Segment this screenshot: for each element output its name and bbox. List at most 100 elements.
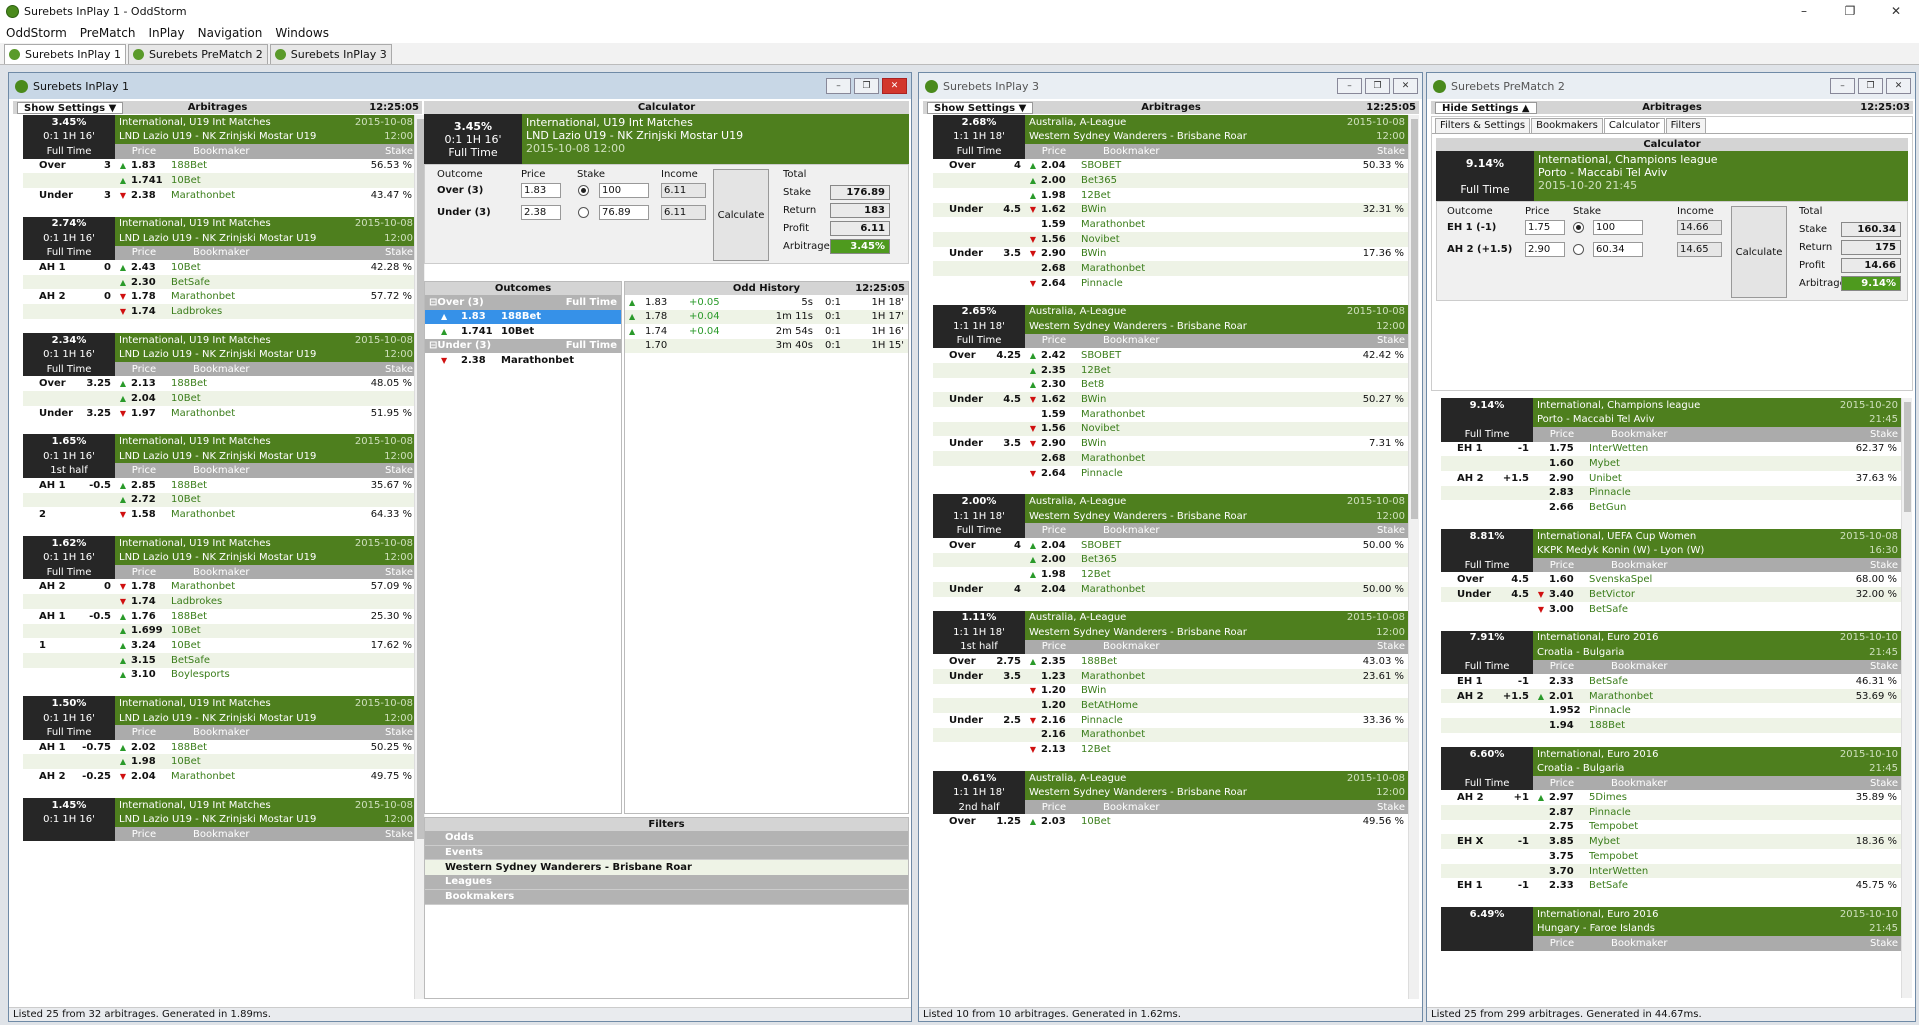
bet-row[interactable]: 1.60 Mybet xyxy=(1441,456,1901,471)
bookmaker-name[interactable]: Marathonbet xyxy=(1081,219,1352,230)
stake-2-input[interactable]: 76.89 xyxy=(599,205,649,220)
arbitrage-card[interactable]: 3.45% International, U19 Int Matches 2015-… xyxy=(23,115,416,203)
bet-row[interactable]: Over 1.25 ▲ 2.03 10Bet 49.56 % xyxy=(933,814,1408,830)
bookmaker-name[interactable]: Novibet xyxy=(1081,234,1352,245)
bookmaker-name[interactable]: 5Dimes xyxy=(1589,792,1845,803)
bet-row[interactable]: Under 3.5 1.23 Marathonbet 23.61 % xyxy=(933,668,1408,684)
bet-row[interactable]: Under 4 2.04 Marathonbet 50.00 % xyxy=(933,581,1408,597)
bookmaker-name[interactable]: Pinnacle xyxy=(1081,278,1352,289)
arbitrage-card[interactable]: 2.68% Australia, A-League 2015-10-08 1:1 1H… xyxy=(933,115,1408,291)
price-1-input[interactable]: 1.75 xyxy=(1525,220,1565,235)
close-icon[interactable]: ✕ xyxy=(882,78,907,94)
bet-row[interactable]: AH 1 -0.75 ▲ 2.02 188Bet 50.25 % xyxy=(23,739,416,755)
bet-row[interactable]: ▲ 3.10 Boylesports xyxy=(23,667,416,683)
bookmaker-name[interactable]: InterWetten xyxy=(1589,443,1845,454)
bet-row[interactable]: 2.75 Tempobet xyxy=(1441,819,1901,835)
bet-row[interactable]: Under 3.5 ▼ 2.90 BWin 17.36 % xyxy=(933,246,1408,262)
bookmaker-name[interactable]: Marathonbet xyxy=(171,771,360,782)
price-2-input[interactable]: 2.38 xyxy=(521,205,561,220)
bet-row[interactable]: EH 1 -1 2.33 BetSafe 45.75 % xyxy=(1441,878,1901,894)
arbitrage-list-scrollbar[interactable] xyxy=(1901,398,1912,998)
bet-row[interactable]: 2.66 BetGun xyxy=(1441,500,1901,515)
show-settings-button[interactable]: Show Settings ▼ xyxy=(927,101,1034,114)
price-1-input[interactable]: 1.83 xyxy=(521,183,561,198)
bet-row[interactable]: 3.75 Tempobet xyxy=(1441,849,1901,864)
calculate-button[interactable]: Calculate xyxy=(713,169,769,261)
bookmaker-name[interactable]: 188Bet xyxy=(1081,656,1352,667)
calculate-button[interactable]: Calculate xyxy=(1731,206,1787,298)
bet-row[interactable]: ▲ 2.35 12Bet xyxy=(933,362,1408,378)
bookmaker-name[interactable]: SBOBET xyxy=(1081,160,1352,171)
bet-row[interactable]: ▼ 3.00 BetSafe xyxy=(1441,601,1901,617)
bookmaker-name[interactable]: Ladbrokes xyxy=(171,306,360,317)
arbitrage-card[interactable]: 7.91% International, Euro 2016 2015-10-10 C… xyxy=(1441,630,1901,733)
bet-row[interactable]: Over 4.25 ▲ 2.42 SBOBET 42.42 % xyxy=(933,348,1408,363)
outcome-row[interactable]: ▲ 1.741 10Bet xyxy=(425,324,621,339)
bet-row[interactable]: ▲ 1.98 12Bet xyxy=(933,567,1408,582)
bookmaker-name[interactable]: 188Bet xyxy=(1589,720,1845,731)
bookmaker-name[interactable]: Bet365 xyxy=(1081,554,1352,565)
restore-icon[interactable]: ❐ xyxy=(1365,78,1390,94)
arbitrage-card[interactable]: 1.45% International, U19 Int Matches 2015-… xyxy=(23,797,416,842)
bookmaker-name[interactable]: Bet365 xyxy=(1081,175,1352,186)
minimize-icon[interactable]: – xyxy=(826,78,851,94)
bookmaker-name[interactable]: 188Bet xyxy=(171,480,360,491)
bet-row[interactable]: 1 ▲ 3.24 10Bet 17.62 % xyxy=(23,638,416,653)
bookmaker-name[interactable]: Tempobet xyxy=(1589,821,1845,832)
bet-row[interactable]: ▲ 2.04 10Bet xyxy=(23,391,416,406)
bookmaker-name[interactable]: BWin xyxy=(1081,438,1352,449)
bookmaker-name[interactable]: Pinnacle xyxy=(1081,715,1352,726)
menu-windows[interactable]: Windows xyxy=(275,26,329,40)
filter-bookmakers[interactable]: Bookmakers xyxy=(425,890,908,905)
bookmaker-name[interactable]: Marathonbet xyxy=(1081,453,1352,464)
tab-surebets-inplay-1[interactable]: Surebets InPlay 1 xyxy=(4,44,126,64)
stake-2-input[interactable]: 60.34 xyxy=(1593,242,1643,257)
bookmaker-name[interactable]: Boylesports xyxy=(171,669,360,680)
scrollbar-thumb[interactable] xyxy=(1904,402,1911,512)
outcome-row[interactable]: ▼ 2.38 Marathonbet xyxy=(425,353,621,368)
bookmaker-name[interactable]: Mybet xyxy=(1589,836,1845,847)
bookmaker-name[interactable]: SBOBET xyxy=(1081,540,1352,551)
bet-row[interactable]: ▲ 2.30 Bet8 xyxy=(933,377,1408,393)
close-icon[interactable]: ✕ xyxy=(1393,78,1418,94)
bet-row[interactable]: Under 4.5 ▼ 3.40 BetVictor 32.00 % xyxy=(1441,587,1901,602)
outcome-group-header[interactable]: ⊟ Over (3) Full Time xyxy=(425,295,621,310)
outcome-row[interactable]: ▲ 1.83 188Bet xyxy=(425,309,621,324)
bookmaker-name[interactable]: 188Bet xyxy=(171,611,360,622)
bet-row[interactable]: 1.94 188Bet xyxy=(1441,718,1901,733)
bookmaker-name[interactable]: 12Bet xyxy=(1081,190,1352,201)
bet-row[interactable]: EH 1 -1 2.33 BetSafe 46.31 % xyxy=(1441,674,1901,689)
bet-row[interactable]: 3.70 InterWetten xyxy=(1441,863,1901,879)
bookmaker-name[interactable]: Pinnacle xyxy=(1589,487,1845,498)
price-2-input[interactable]: 2.90 xyxy=(1525,242,1565,257)
bet-row[interactable]: 2.68 Marathonbet xyxy=(933,261,1408,276)
bookmaker-name[interactable]: 10Bet xyxy=(171,640,360,651)
bet-row[interactable]: 1.59 Marathonbet xyxy=(933,406,1408,422)
restore-icon[interactable]: ❐ xyxy=(1858,78,1883,94)
bookmaker-name[interactable]: 188Bet xyxy=(171,378,360,389)
bookmaker-name[interactable]: Marathonbet xyxy=(171,509,360,520)
bookmaker-name[interactable]: 12Bet xyxy=(1081,744,1352,755)
bookmaker-name[interactable]: Marathonbet xyxy=(1081,729,1352,740)
bookmaker-name[interactable]: Pinnacle xyxy=(1081,468,1352,479)
bet-row[interactable]: AH 2 +1.5 ▲ 2.01 Marathonbet 53.69 % xyxy=(1441,688,1901,704)
bookmaker-name[interactable]: Tempobet xyxy=(1589,851,1845,862)
bet-row[interactable]: 2.83 Pinnacle xyxy=(1441,485,1901,501)
bet-row[interactable]: Under 3.25 ▼ 1.97 Marathonbet 51.95 % xyxy=(23,405,416,421)
bet-row[interactable]: Over 3 ▲ 1.83 188Bet 56.53 % xyxy=(23,158,416,174)
close-icon[interactable]: ✕ xyxy=(1886,78,1911,94)
arbitrage-list[interactable]: 2.68% Australia, A-League 2015-10-08 1:1 1H… xyxy=(933,115,1408,999)
bet-row[interactable]: ▲ 2.72 10Bet xyxy=(23,492,416,508)
bet-row[interactable]: AH 1 -0.5 ▲ 1.76 188Bet 25.30 % xyxy=(23,608,416,624)
bookmaker-name[interactable]: 10Bet xyxy=(171,494,360,505)
arbitrage-card[interactable]: 2.65% Australia, A-League 2015-10-08 1:1 1H… xyxy=(933,304,1408,481)
bookmaker-name[interactable]: 12Bet xyxy=(1081,365,1352,376)
bet-row[interactable]: Under 4.5 ▼ 1.62 BWin 50.27 % xyxy=(933,392,1408,407)
bookmaker-name[interactable]: 188Bet xyxy=(171,160,360,171)
bookmaker-name[interactable]: 10Bet xyxy=(171,756,360,767)
bet-row[interactable]: ▲ 2.30 BetSafe xyxy=(23,274,416,290)
bet-row[interactable]: ▲ 1.699 10Bet xyxy=(23,623,416,639)
restore-icon[interactable]: ❐ xyxy=(854,78,879,94)
bookmaker-name[interactable]: BetAtHome xyxy=(1081,700,1352,711)
bookmaker-name[interactable]: Unibet xyxy=(1589,473,1845,484)
